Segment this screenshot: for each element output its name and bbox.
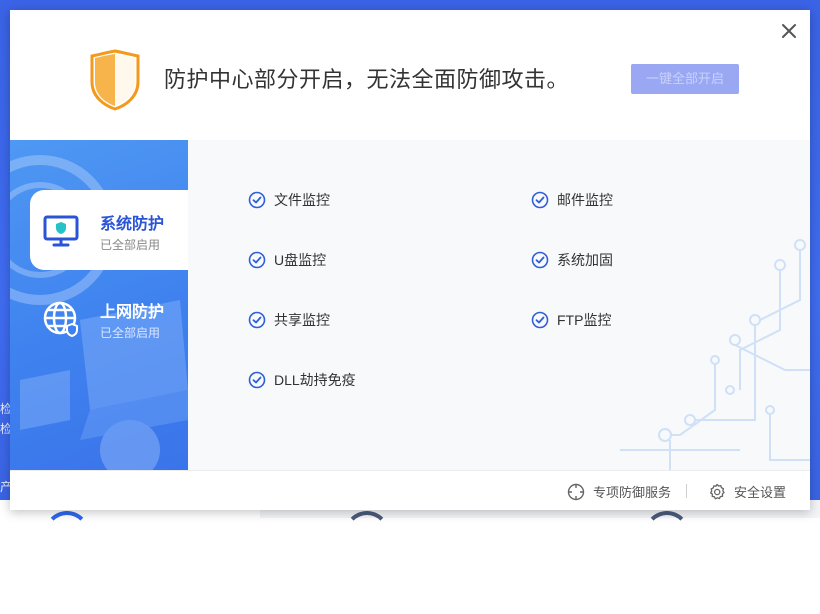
dialog-footer: 专项防御服务 安全设置 — [10, 470, 810, 510]
check-circle-icon — [531, 191, 549, 209]
footer-link-label: 安全设置 — [734, 485, 787, 500]
check-circle-icon — [531, 311, 549, 329]
background-ring-icon — [44, 511, 90, 557]
monitor-list-panel: 文件监控 邮件监控 U盘监控 系统加固 共享监控 FTP监控 DLL劫持免疫 — [188, 140, 810, 470]
monitor-item-label: DLL劫持免疫 — [274, 372, 356, 388]
sidebar: 系统防护 已全部启用 上网防护 已全部启用 — [10, 140, 188, 470]
monitor-item-system-hardening[interactable]: 系统加固 — [531, 250, 613, 270]
monitor-item-mail[interactable]: 邮件监控 — [531, 190, 613, 210]
sidebar-item-title: 上网防护 — [100, 304, 165, 321]
page-title: 防护中心部分开启，无法全面防御攻击。 — [164, 67, 570, 92]
footer-divider — [686, 484, 687, 498]
crosshair-icon — [567, 483, 585, 500]
check-circle-icon — [248, 251, 266, 269]
protection-center-dialog: 防护中心部分开启，无法全面防御攻击。 一键全部开启 系统防护 已全部启用 上网防… — [10, 10, 810, 510]
footer-link-label: 专项防御服务 — [593, 485, 672, 500]
background-ring-icon — [644, 511, 690, 557]
monitor-item-share[interactable]: 共享监控 — [248, 310, 330, 330]
monitor-item-label: 系统加固 — [557, 252, 613, 268]
monitor-item-usb[interactable]: U盘监控 — [248, 250, 326, 270]
check-circle-icon — [248, 371, 266, 389]
background-ring-icon — [344, 511, 390, 557]
shield-warning-icon — [90, 49, 140, 111]
gear-icon — [709, 483, 725, 499]
monitor-item-ftp[interactable]: FTP监控 — [531, 310, 611, 330]
sidebar-item-status: 已全部启用 — [100, 238, 161, 252]
monitor-item-label: FTP监控 — [557, 312, 612, 328]
sidebar-item-status: 已全部启用 — [100, 326, 161, 340]
monitor-shield-icon — [43, 215, 79, 247]
globe-shield-icon — [43, 301, 78, 338]
sidebar-item-title: 系统防护 — [100, 216, 165, 233]
monitor-item-dll-hijack[interactable]: DLL劫持免疫 — [248, 370, 356, 390]
monitor-item-label: 邮件监控 — [557, 192, 613, 208]
monitor-item-label: U盘监控 — [274, 252, 327, 268]
special-defense-service-link[interactable]: 专项防御服务 — [567, 482, 671, 501]
check-circle-icon — [531, 251, 549, 269]
sidebar-item-web-protection[interactable]: 上网防护 已全部启用 — [30, 278, 188, 358]
circuit-decoration — [620, 239, 810, 470]
security-settings-link[interactable]: 安全设置 — [708, 482, 786, 501]
monitor-item-label: 文件监控 — [274, 192, 330, 208]
check-circle-icon — [248, 311, 266, 329]
check-circle-icon — [248, 191, 266, 209]
monitor-item-file[interactable]: 文件监控 — [248, 190, 330, 210]
monitor-item-label: 共享监控 — [274, 312, 330, 328]
dialog-header: 防护中心部分开启，无法全面防御攻击。 一键全部开启 — [10, 10, 810, 141]
sidebar-item-system-protection[interactable]: 系统防护 已全部启用 — [30, 190, 188, 270]
enable-all-button[interactable]: 一键全部开启 — [631, 64, 739, 94]
